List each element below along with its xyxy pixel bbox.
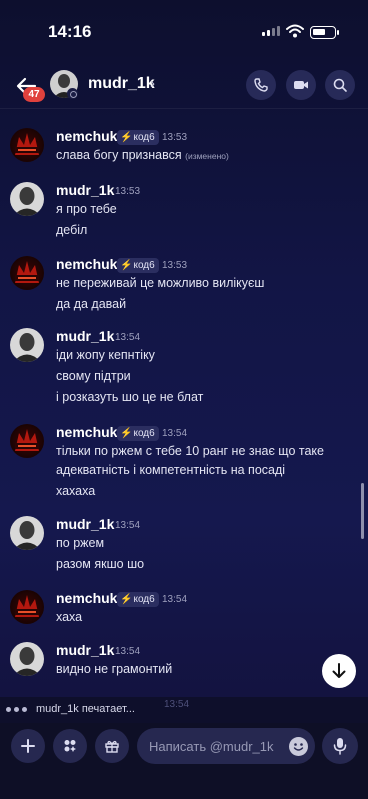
message-author[interactable]: nemchuk [56, 424, 117, 440]
message-text[interactable]: я про тебе [56, 202, 117, 216]
message-text[interactable]: свому підтри [56, 369, 131, 383]
apps-icon [64, 740, 76, 752]
battery-icon [310, 26, 336, 39]
typing-dots-icon [6, 707, 27, 712]
role-tag: ⚡ код6 [117, 426, 159, 441]
typing-text: mudr_1k печатает... [36, 703, 135, 715]
bolt-icon: ⚡ [120, 594, 133, 605]
message-author[interactable]: mudr_1k [56, 182, 114, 198]
avatar[interactable] [10, 516, 44, 550]
message-time: 13:54 [162, 428, 188, 439]
apps-button[interactable] [53, 729, 87, 763]
status-time: 14:16 [48, 22, 92, 41]
avatar[interactable] [10, 328, 44, 362]
message-text[interactable]: да да давай [56, 297, 126, 311]
scrollbar[interactable] [361, 483, 364, 539]
message-text[interactable]: разом якшо шо [56, 557, 144, 571]
battery-tip [337, 30, 339, 35]
video-call-button[interactable] [286, 70, 316, 100]
message-time: 13:54 [115, 646, 141, 657]
contact-name[interactable]: mudr_1k [88, 75, 155, 93]
bolt-icon: ⚡ [120, 260, 133, 271]
message-text[interactable]: хаха [56, 610, 82, 624]
unread-badge: 47 [23, 87, 45, 102]
role-tag-label: код6 [133, 132, 155, 143]
message-time: 13:54 [115, 332, 141, 343]
message-time: 13:54 [115, 520, 141, 531]
message-text[interactable]: дебіл [56, 223, 87, 237]
message-text[interactable]: слава богу признався (изменено) [56, 148, 229, 162]
message-composer [0, 723, 368, 799]
message-time: 13:53 [115, 186, 141, 197]
avatar[interactable] [10, 424, 44, 458]
message-input-wrapper [137, 728, 315, 764]
chevron-right-icon[interactable]: › [150, 75, 155, 92]
role-tag: ⚡ код6 [117, 130, 159, 145]
message-author[interactable]: nemchuk [56, 128, 117, 144]
video-icon [294, 81, 308, 89]
arrow-down-icon [332, 663, 346, 678]
message-time: 13:53 [162, 132, 188, 143]
avatar[interactable] [10, 182, 44, 216]
message-text[interactable]: іди жопу кепнтіку [56, 348, 155, 362]
message-author[interactable]: mudr_1k [56, 516, 114, 532]
message-time: 13:54 [162, 594, 188, 605]
chat-header: 47 mudr_1k › [0, 56, 368, 110]
role-tag-label: код6 [133, 260, 155, 271]
search-button[interactable] [325, 70, 355, 100]
status-dot [67, 88, 78, 99]
role-tag: ⚡ код6 [117, 592, 159, 607]
message-text-content: слава богу признався [56, 148, 182, 162]
message-author[interactable]: mudr_1k [56, 328, 114, 344]
header-divider [0, 108, 368, 109]
call-button[interactable] [246, 70, 276, 100]
message-text[interactable]: адекватність і компетентність на посаді [56, 463, 285, 477]
avatar[interactable] [10, 590, 44, 624]
message-author[interactable]: mudr_1k [56, 642, 114, 658]
message-text[interactable]: хахаха [56, 484, 95, 498]
message-time: 13:54 [164, 699, 190, 710]
avatar[interactable] [10, 128, 44, 162]
gift-icon [105, 740, 119, 753]
phone-icon [254, 78, 268, 92]
microphone-icon [333, 738, 347, 755]
wifi-icon [286, 24, 304, 38]
avatar[interactable] [10, 642, 44, 676]
role-tag: ⚡ код6 [117, 258, 159, 273]
message-author[interactable]: nemchuk [56, 590, 117, 606]
message-text[interactable]: по ржем [56, 536, 104, 550]
message-text[interactable]: не переживай це можливо вилікуєш [56, 276, 264, 290]
emoji-icon[interactable] [289, 737, 308, 756]
bolt-icon: ⚡ [120, 132, 133, 143]
edited-label: (изменено) [185, 151, 229, 161]
role-tag-label: код6 [133, 428, 155, 439]
message-author[interactable]: nemchuk [56, 256, 117, 272]
message-text[interactable]: тільки по ржем с тебе 10 ранг не знає що… [56, 444, 324, 458]
message-time: 13:53 [162, 260, 188, 271]
typing-indicator: 13:54 mudr_1k печатает... [0, 697, 368, 723]
avatar[interactable] [10, 256, 44, 290]
voice-message-button[interactable] [322, 728, 358, 764]
role-tag-label: код6 [133, 594, 155, 605]
status-bar: 14:16 [0, 0, 368, 56]
jump-to-latest-button[interactable] [322, 654, 356, 688]
message-input[interactable] [149, 728, 287, 764]
plus-icon [21, 739, 35, 753]
search-icon [333, 78, 347, 92]
message-text[interactable]: і розказуть шо це не блат [56, 390, 203, 404]
message-text[interactable]: видно не грамонтий [56, 662, 172, 676]
add-attachment-button[interactable] [11, 729, 45, 763]
signal-icon [262, 26, 280, 36]
bolt-icon: ⚡ [120, 428, 133, 439]
gift-button[interactable] [95, 729, 129, 763]
